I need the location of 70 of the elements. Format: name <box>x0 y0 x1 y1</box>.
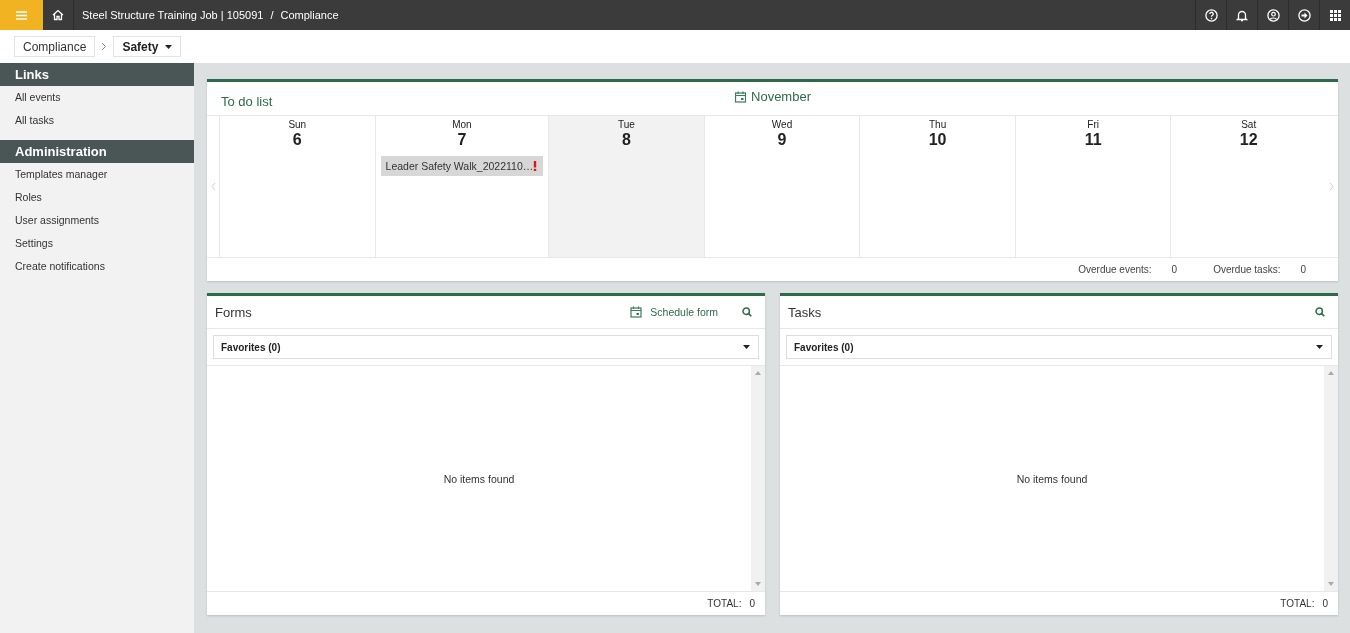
module-title: Compliance <box>280 9 339 21</box>
weekday-label: Tue <box>617 118 636 130</box>
scroll-up-icon[interactable] <box>1328 371 1334 375</box>
weekday-label: Thu <box>928 118 948 130</box>
panel-title: Tasks <box>788 304 822 320</box>
total-count: 0 <box>749 598 755 609</box>
sidebar-link[interactable]: Settings <box>0 232 194 255</box>
sidebar-link[interactable]: All events <box>0 86 194 109</box>
search-icon[interactable] <box>742 307 752 317</box>
overdue-events-label: Overdue events: <box>1078 264 1152 276</box>
sidebar-link[interactable]: Roles <box>0 186 194 209</box>
scrollbar[interactable] <box>1324 366 1338 591</box>
home-icon[interactable] <box>52 9 64 21</box>
sidebar-heading: Administration <box>0 140 194 163</box>
schedule-form-button[interactable]: Schedule form <box>630 306 730 318</box>
day-number: 6 <box>291 130 303 149</box>
weekday-label: Mon <box>451 118 473 130</box>
caret-icon <box>1316 345 1323 349</box>
logout-icon[interactable] <box>1297 8 1311 22</box>
day-number: 7 <box>456 130 468 149</box>
weekday-label: Sat <box>1240 118 1258 130</box>
breadcrumb-link[interactable]: Compliance <box>14 36 96 57</box>
panel-title: Forms <box>215 304 252 320</box>
scrollbar[interactable] <box>751 366 765 591</box>
sidebar-heading: Links <box>0 63 194 86</box>
section-dropdown[interactable]: Safety <box>113 36 182 57</box>
total-count: 0 <box>1322 598 1328 609</box>
empty-message: No items found <box>1015 472 1089 485</box>
job-breadcrumb[interactable]: Steel Structure Training Job | 105091 <box>82 9 264 21</box>
chevron-right-icon <box>101 42 108 51</box>
bell-icon[interactable] <box>1236 8 1248 22</box>
sidebar-link[interactable]: Create notifications <box>0 255 194 278</box>
month-label[interactable]: November <box>751 89 811 104</box>
sidebar-link[interactable]: User assignments <box>0 209 194 232</box>
sidebar-link[interactable]: All tasks <box>0 109 194 132</box>
empty-message: No items found <box>442 472 516 485</box>
total-label: TOTAL: <box>707 598 742 609</box>
calendar-icon <box>630 306 643 318</box>
previous-icon[interactable] <box>210 181 216 191</box>
breadcrumb-separator: / <box>270 9 274 21</box>
overdue-tasks-label: Overdue tasks: <box>1213 264 1281 276</box>
sidebar-link[interactable]: Templates manager <box>0 163 194 186</box>
scroll-up-icon[interactable] <box>755 371 761 375</box>
scroll-down-icon[interactable] <box>1328 582 1334 586</box>
weekday-label: Sun <box>287 118 308 130</box>
day-number: 8 <box>621 130 632 149</box>
caret-icon <box>165 44 173 49</box>
day-number: 10 <box>927 130 948 149</box>
user-icon[interactable] <box>1266 8 1280 22</box>
menu-button[interactable] <box>0 0 43 30</box>
menu-icon <box>16 10 27 20</box>
overdue-events-count: 0 <box>1171 264 1178 276</box>
day-number: 11 <box>1083 130 1103 149</box>
favorites-dropdown[interactable]: Favorites (0) <box>213 335 759 359</box>
card-title: To do list <box>221 92 273 109</box>
help-icon[interactable] <box>1204 8 1218 22</box>
next-icon[interactable] <box>1329 181 1335 191</box>
search-icon[interactable] <box>1315 307 1325 317</box>
weekday-label: Fri <box>1086 118 1100 130</box>
day-number: 9 <box>776 130 788 149</box>
calendar-icon <box>734 90 746 103</box>
total-label: TOTAL: <box>1280 598 1315 609</box>
apps-grid-icon[interactable] <box>1329 9 1341 21</box>
overdue-tasks-count: 0 <box>1300 264 1306 276</box>
favorites-dropdown[interactable]: Favorites (0) <box>786 335 1332 359</box>
calendar-event[interactable]: Leader Safety Walk_2022110… <box>380 155 544 176</box>
scroll-down-icon[interactable] <box>755 582 761 586</box>
weekday-label: Wed <box>770 118 794 130</box>
caret-icon <box>743 345 750 349</box>
day-number: 12 <box>1238 130 1259 149</box>
